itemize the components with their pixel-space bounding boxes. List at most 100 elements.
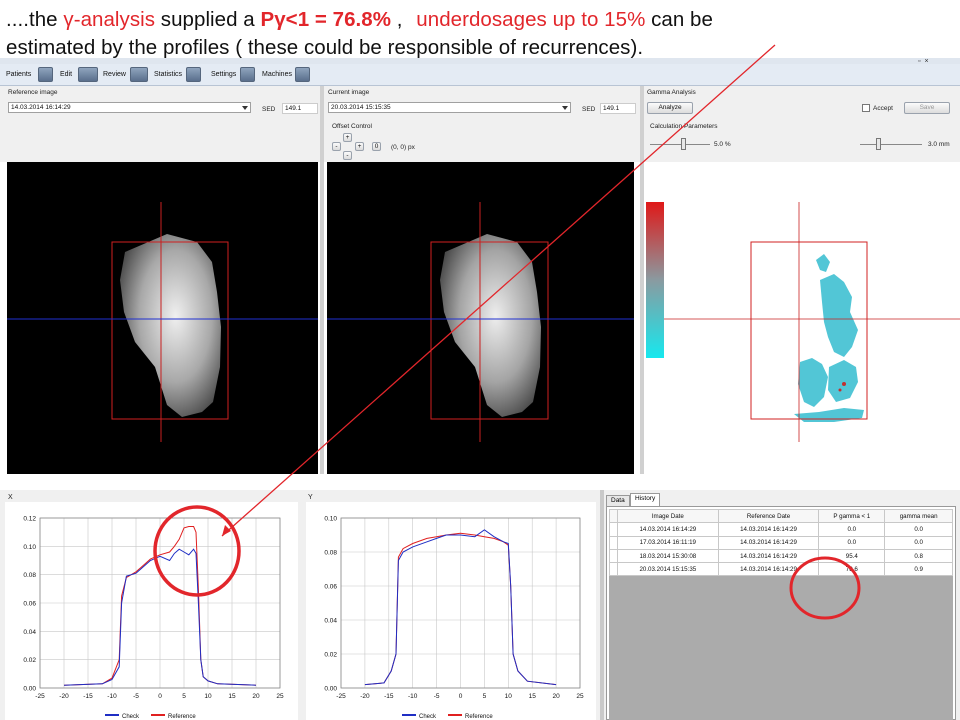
- table-row[interactable]: 17.03.2014 16:11:19 14.03.2014 16:14:29 …: [609, 535, 953, 550]
- profile-x-label: X: [8, 494, 13, 501]
- dose-slider-track[interactable]: [650, 144, 710, 145]
- profile-x-chart[interactable]: -25 -20 -15 -10 -5 0 5 10 15 20 25 0.00 0.02 0.04 0.06…: [5, 502, 298, 720]
- calculation-parameters-label: Calculation Parameters: [650, 123, 718, 130]
- dose-slider-handle[interactable]: [681, 138, 686, 150]
- gamma-colorbar: [646, 202, 664, 358]
- table-row[interactable]: 18.03.2014 15:30:08 14.03.2014 16:14:29 …: [609, 548, 953, 564]
- x-tick-label: 25: [576, 693, 584, 700]
- offset-reset-button[interactable]: 0: [372, 142, 381, 151]
- table-cell: 14.03.2014 16:14:29: [717, 562, 820, 577]
- x-tick-label: -10: [107, 693, 117, 700]
- toolbar-edit-label[interactable]: Edit: [60, 68, 72, 82]
- y-tick-label: 0.00: [324, 686, 337, 693]
- column-header[interactable]: gamma mean: [884, 508, 953, 524]
- distance-slider-handle[interactable]: [876, 138, 881, 150]
- gamma-map-canvas: [646, 202, 960, 442]
- settings-icon[interactable]: [240, 67, 255, 82]
- offset-up-button[interactable]: +: [343, 133, 352, 142]
- history-header-row: Image Date Reference Date P gamma < 1 ga…: [609, 508, 953, 524]
- column-header[interactable]: Reference Date: [717, 508, 820, 524]
- current-image-view[interactable]: [327, 162, 634, 474]
- x-tick-label: 10: [204, 693, 212, 700]
- caption-analysis: -analysis: [73, 8, 156, 31]
- statistics-icon[interactable]: [186, 67, 201, 82]
- reference-sed-field[interactable]: 149.1: [282, 103, 318, 114]
- profile-y-label: Y: [308, 494, 313, 501]
- table-cell: 18.03.2014 15:30:08: [617, 548, 719, 564]
- x-tick-label: -15: [384, 693, 394, 700]
- chevron-down-icon: [562, 106, 568, 110]
- current-sed-label: SED: [582, 106, 596, 113]
- reference-sed-label: SED: [262, 106, 276, 113]
- current-panel: Current image 20.03.2014 15:15:35 SED 14…: [324, 86, 640, 162]
- reference-sed-value: 149.1: [285, 105, 302, 112]
- accept-checkbox[interactable]: [862, 104, 870, 112]
- x-tick-label: 5: [182, 693, 186, 700]
- analyze-button[interactable]: Analyze: [647, 102, 693, 114]
- row-header-cell: [609, 535, 618, 550]
- current-image-label: Current image: [328, 89, 370, 96]
- table-cell: 0.0: [818, 522, 886, 537]
- legend-label: Reference: [168, 714, 196, 720]
- offset-control-label: Offset Control: [332, 123, 372, 130]
- toolbar-machines-label[interactable]: Machines: [262, 68, 292, 82]
- reference-image-view[interactable]: [7, 162, 318, 474]
- column-header[interactable]: Image Date: [617, 508, 719, 524]
- gamma-hot-pixel: [838, 388, 842, 392]
- reference-date-value: 14.03.2014 16:14:29: [11, 104, 71, 111]
- machines-icon[interactable]: [295, 67, 310, 82]
- x-tick-label: 15: [228, 693, 236, 700]
- y-tick-label: 0.10: [324, 516, 337, 523]
- caption-p-gamma: Pγ<1 = 76.8%: [260, 8, 392, 31]
- tab-history[interactable]: History: [630, 493, 661, 506]
- current-sed-field[interactable]: 149.1: [600, 103, 636, 114]
- edit-icon[interactable]: [78, 67, 98, 82]
- table-cell: 14.03.2014 16:14:29: [717, 535, 820, 550]
- save-button[interactable]: Save: [904, 102, 950, 114]
- slide-root: ....the γ-analysis supplied a Pγ<1 = 76.…: [0, 0, 960, 720]
- y-tick-label: 0.04: [324, 618, 337, 625]
- offset-right-button[interactable]: +: [355, 142, 364, 151]
- y-tick-label: 0.06: [23, 601, 36, 608]
- table-cell: 95.4: [818, 548, 886, 564]
- dose-value: 5.0 %: [714, 141, 731, 148]
- x-tick-label: -25: [336, 693, 346, 700]
- accept-label: Accept: [873, 105, 893, 112]
- profile-y-chart[interactable]: -25 -20 -15 -10 -5 0 5 10 15 20 25 0.00 0.02 0.04 0.06…: [306, 502, 596, 720]
- patients-icon[interactable]: [38, 67, 53, 82]
- y-tick-label: 0.02: [23, 657, 36, 664]
- slide-caption: ....the γ-analysis supplied a Pγ<1 = 76.…: [6, 6, 956, 62]
- offset-down-button[interactable]: -: [343, 151, 352, 160]
- column-header[interactable]: P gamma < 1: [818, 508, 886, 524]
- table-cell: 20.03.2014 15:15:35: [617, 562, 719, 577]
- x-tick-label: 20: [552, 693, 560, 700]
- profile-x-panel: X -25 -20 -15 -10 -5 0 5 10 15 20 25 0.00 0.02 0.04 0.…: [0, 490, 302, 720]
- caption-rest: can be: [645, 8, 713, 31]
- gamma-analysis-label: Gamma Analysis: [647, 89, 696, 96]
- chevron-down-icon: [242, 106, 248, 110]
- current-date-select[interactable]: 20.03.2014 15:15:35: [328, 102, 571, 113]
- table-cell: 14.03.2014 16:14:29: [617, 522, 719, 537]
- gamma-map-view[interactable]: [644, 162, 960, 474]
- x-tick-label: -10: [408, 693, 418, 700]
- distance-slider-track[interactable]: [860, 144, 922, 145]
- review-icon[interactable]: [130, 67, 148, 82]
- x-tick-label: -20: [360, 693, 370, 700]
- caption-prefix: ....the: [6, 8, 64, 31]
- table-cell: 0.0: [884, 535, 953, 550]
- toolbar-statistics-label[interactable]: Statistics: [154, 68, 182, 82]
- row-header-cell: [609, 562, 618, 577]
- toolbar-settings-label[interactable]: Settings: [211, 68, 236, 82]
- tab-data[interactable]: Data: [606, 495, 630, 506]
- table-row[interactable]: 20.03.2014 15:15:35 14.03.2014 16:14:29 …: [609, 562, 953, 577]
- offset-left-button[interactable]: -: [332, 142, 341, 151]
- table-row[interactable]: 14.03.2014 16:14:29 14.03.2014 16:14:29 …: [609, 522, 953, 537]
- table-cell: 0.0: [818, 535, 886, 550]
- y-tick-label: 0.00: [23, 686, 36, 693]
- y-tick-label: 0.06: [324, 584, 337, 591]
- reference-date-select[interactable]: 14.03.2014 16:14:29: [8, 102, 251, 113]
- caption-mid: supplied a: [155, 8, 261, 31]
- toolbar-review-label[interactable]: Review: [103, 68, 126, 82]
- x-tick-label: 20: [252, 693, 260, 700]
- toolbar-patients-label[interactable]: Patients: [6, 68, 31, 82]
